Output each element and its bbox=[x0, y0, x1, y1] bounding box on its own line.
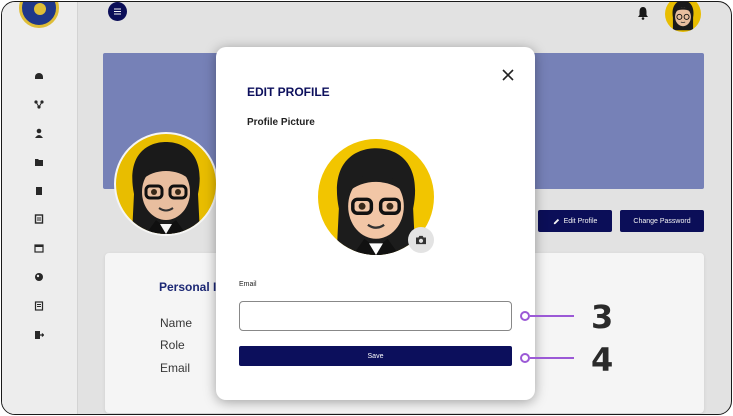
close-button[interactable] bbox=[501, 68, 515, 82]
callout-dot-3 bbox=[520, 311, 530, 321]
app-window: Edit Profile Change Password Personal In… bbox=[1, 1, 732, 415]
callout-dot-4 bbox=[520, 353, 530, 363]
email-input[interactable] bbox=[239, 301, 512, 331]
close-icon bbox=[502, 69, 514, 81]
email-label: Email bbox=[239, 281, 257, 288]
edit-profile-modal: EDIT PROFILE Profile Picture Email Save bbox=[216, 47, 535, 400]
change-photo-button[interactable] bbox=[408, 227, 434, 253]
callout-number-4: 4 bbox=[591, 341, 614, 379]
profile-picture-label: Profile Picture bbox=[247, 117, 315, 128]
callout-line-4 bbox=[530, 357, 574, 359]
callout-line-3 bbox=[530, 315, 574, 317]
modal-title: EDIT PROFILE bbox=[247, 85, 330, 99]
camera-icon bbox=[416, 235, 426, 245]
callout-number-3: 3 bbox=[591, 298, 614, 336]
save-button[interactable]: Save bbox=[239, 346, 512, 366]
